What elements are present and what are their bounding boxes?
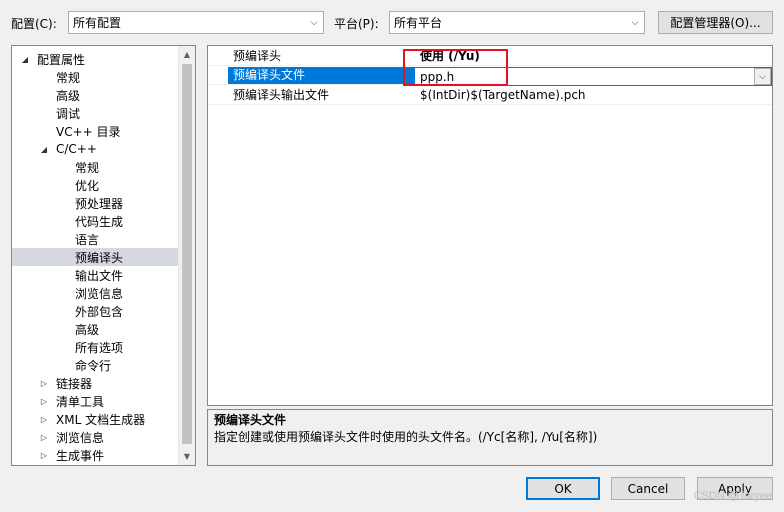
pch-file-value[interactable]: ppp.h bbox=[420, 70, 754, 84]
platform-value: 所有平台 bbox=[394, 16, 443, 30]
tree-item[interactable]: 常规 bbox=[12, 68, 178, 86]
property-row-pch-output[interactable]: 预编译头输出文件 $(IntDir)$(TargetName).pch bbox=[208, 87, 772, 105]
tree-item-label: 生成事件 bbox=[56, 448, 105, 463]
tree-item-label: 命令行 bbox=[75, 358, 112, 373]
expand-arrow-icon[interactable]: ▷ bbox=[39, 451, 49, 460]
property-tree[interactable]: ◢ 配置属性 常规 高级 调试 VC++ 目录 ◢ C/C++ 常规 优化 预处理器 代码生成 语言 预编… bbox=[11, 45, 196, 466]
tree-item[interactable]: 所有选项 bbox=[12, 338, 178, 356]
tree-item[interactable]: ▷ XML 文档生成器 bbox=[12, 410, 178, 428]
configuration-select[interactable]: 所有配置 ⌵ bbox=[68, 11, 324, 34]
platform-label: 平台(P): bbox=[334, 17, 379, 31]
description-text: 指定创建或使用预编译头文件时使用的头文件名。(/Yc[名称], /Yu[名称]) bbox=[214, 430, 598, 444]
collapse-arrow-icon[interactable]: ◢ bbox=[39, 145, 49, 154]
tree-item[interactable]: 预编译头 bbox=[12, 248, 178, 266]
property-description: 预编译头文件 指定创建或使用预编译头文件时使用的头文件名。(/Yc[名称], /… bbox=[207, 409, 773, 466]
tree-item[interactable]: ◢ C/C++ bbox=[12, 140, 178, 158]
tree-item-label: 调试 bbox=[56, 106, 81, 121]
tree-item[interactable]: ▷ 清单工具 bbox=[12, 392, 178, 410]
tree-item-label: 优化 bbox=[75, 178, 100, 193]
property-row-pch[interactable]: 预编译头 使用 (/Yu) bbox=[208, 48, 772, 66]
tree-item[interactable]: 外部包含 bbox=[12, 302, 178, 320]
tree-item[interactable]: ▷ 生成事件 bbox=[12, 446, 178, 464]
tree-item[interactable]: 调试 bbox=[12, 104, 178, 122]
tree-item[interactable]: 命令行 bbox=[12, 356, 178, 374]
tree-item-label: 常规 bbox=[75, 160, 100, 175]
tree-item[interactable]: 语言 bbox=[12, 230, 178, 248]
tree-item-label: 所有选项 bbox=[75, 340, 124, 355]
tree-item-label: 预处理器 bbox=[75, 196, 124, 211]
property-value[interactable]: $(IntDir)$(TargetName).pch bbox=[415, 87, 772, 104]
configuration-value: 所有配置 bbox=[73, 16, 122, 30]
scroll-up-icon[interactable]: ▲ bbox=[179, 46, 195, 63]
tree-item[interactable]: 预处理器 bbox=[12, 194, 178, 212]
tree-item[interactable]: 常规 bbox=[12, 158, 178, 176]
property-name: 预编译头输出文件 bbox=[233, 88, 330, 102]
property-row-pch-file[interactable]: 预编译头文件 ppp.h ⌵ bbox=[208, 67, 772, 86]
tree-item-label: 语言 bbox=[75, 232, 100, 247]
tree-item[interactable]: 高级 bbox=[12, 320, 178, 338]
tree-item[interactable]: ▷ 链接器 bbox=[12, 374, 178, 392]
tree-item[interactable]: ◢ 配置属性 bbox=[12, 50, 178, 68]
tree-item-label: 高级 bbox=[56, 88, 81, 103]
configuration-manager-button[interactable]: 配置管理器(O)... bbox=[658, 11, 773, 34]
chevron-down-icon: ⌵ bbox=[631, 17, 639, 28]
tree-item[interactable]: 浏览信息 bbox=[12, 284, 178, 302]
tree-item-label: 浏览信息 bbox=[56, 430, 105, 445]
tree-item-label: XML 文档生成器 bbox=[56, 412, 146, 427]
tree-item-label: 清单工具 bbox=[56, 394, 105, 409]
tree-item-label: C/C++ bbox=[56, 142, 97, 156]
property-name: 预编译头 bbox=[233, 49, 282, 63]
ok-button[interactable]: OK bbox=[526, 477, 600, 500]
tree-item-label: 代码生成 bbox=[75, 214, 124, 229]
tree-item[interactable]: 优化 bbox=[12, 176, 178, 194]
configuration-label: 配置(C): bbox=[11, 17, 57, 31]
tree-item-label: 常规 bbox=[56, 70, 81, 85]
tree-item[interactable]: VC++ 目录 bbox=[12, 122, 178, 140]
tree-item-label: 预编译头 bbox=[75, 250, 124, 265]
tree-item-label: 配置属性 bbox=[37, 52, 86, 67]
scroll-down-icon[interactable]: ▼ bbox=[179, 448, 195, 465]
platform-select[interactable]: 所有平台 ⌵ bbox=[389, 11, 645, 34]
tree-item[interactable]: 输出文件 bbox=[12, 266, 178, 284]
tree-item-label: VC++ 目录 bbox=[56, 124, 121, 139]
expand-arrow-icon[interactable]: ▷ bbox=[39, 433, 49, 442]
property-name: 预编译头文件 bbox=[228, 67, 415, 84]
tree-item-label: 链接器 bbox=[56, 376, 93, 391]
tree-scrollbar[interactable]: ▲ ▼ bbox=[178, 46, 195, 465]
tree-item[interactable]: 高级 bbox=[12, 86, 178, 104]
cancel-button[interactable]: Cancel bbox=[611, 477, 685, 500]
tree-item-label: 高级 bbox=[75, 322, 100, 337]
tree-item-label: 输出文件 bbox=[75, 268, 124, 283]
property-grid[interactable]: 预编译头 使用 (/Yu) 预编译头文件 ppp.h ⌵ 预编译头输出文件 $(… bbox=[207, 45, 773, 406]
description-title: 预编译头文件 bbox=[214, 413, 287, 427]
scroll-thumb[interactable] bbox=[182, 64, 192, 444]
chevron-down-icon: ⌵ bbox=[310, 17, 318, 28]
expand-arrow-icon[interactable]: ▷ bbox=[39, 379, 49, 388]
tree-item-label: 外部包含 bbox=[75, 304, 124, 319]
tree-item[interactable]: ▷ 浏览信息 bbox=[12, 428, 178, 446]
expand-arrow-icon[interactable]: ▷ bbox=[39, 415, 49, 424]
expand-arrow-icon[interactable]: ▷ bbox=[39, 397, 49, 406]
watermark: CSDN @Taryee bbox=[693, 490, 772, 502]
tree-item[interactable]: 代码生成 bbox=[12, 212, 178, 230]
collapse-arrow-icon[interactable]: ◢ bbox=[20, 55, 30, 64]
tree-item-label: 浏览信息 bbox=[75, 286, 124, 301]
property-value[interactable]: 使用 (/Yu) bbox=[415, 48, 772, 65]
chevron-down-icon[interactable]: ⌵ bbox=[754, 68, 771, 85]
pch-file-input[interactable]: ppp.h ⌵ bbox=[415, 67, 772, 86]
